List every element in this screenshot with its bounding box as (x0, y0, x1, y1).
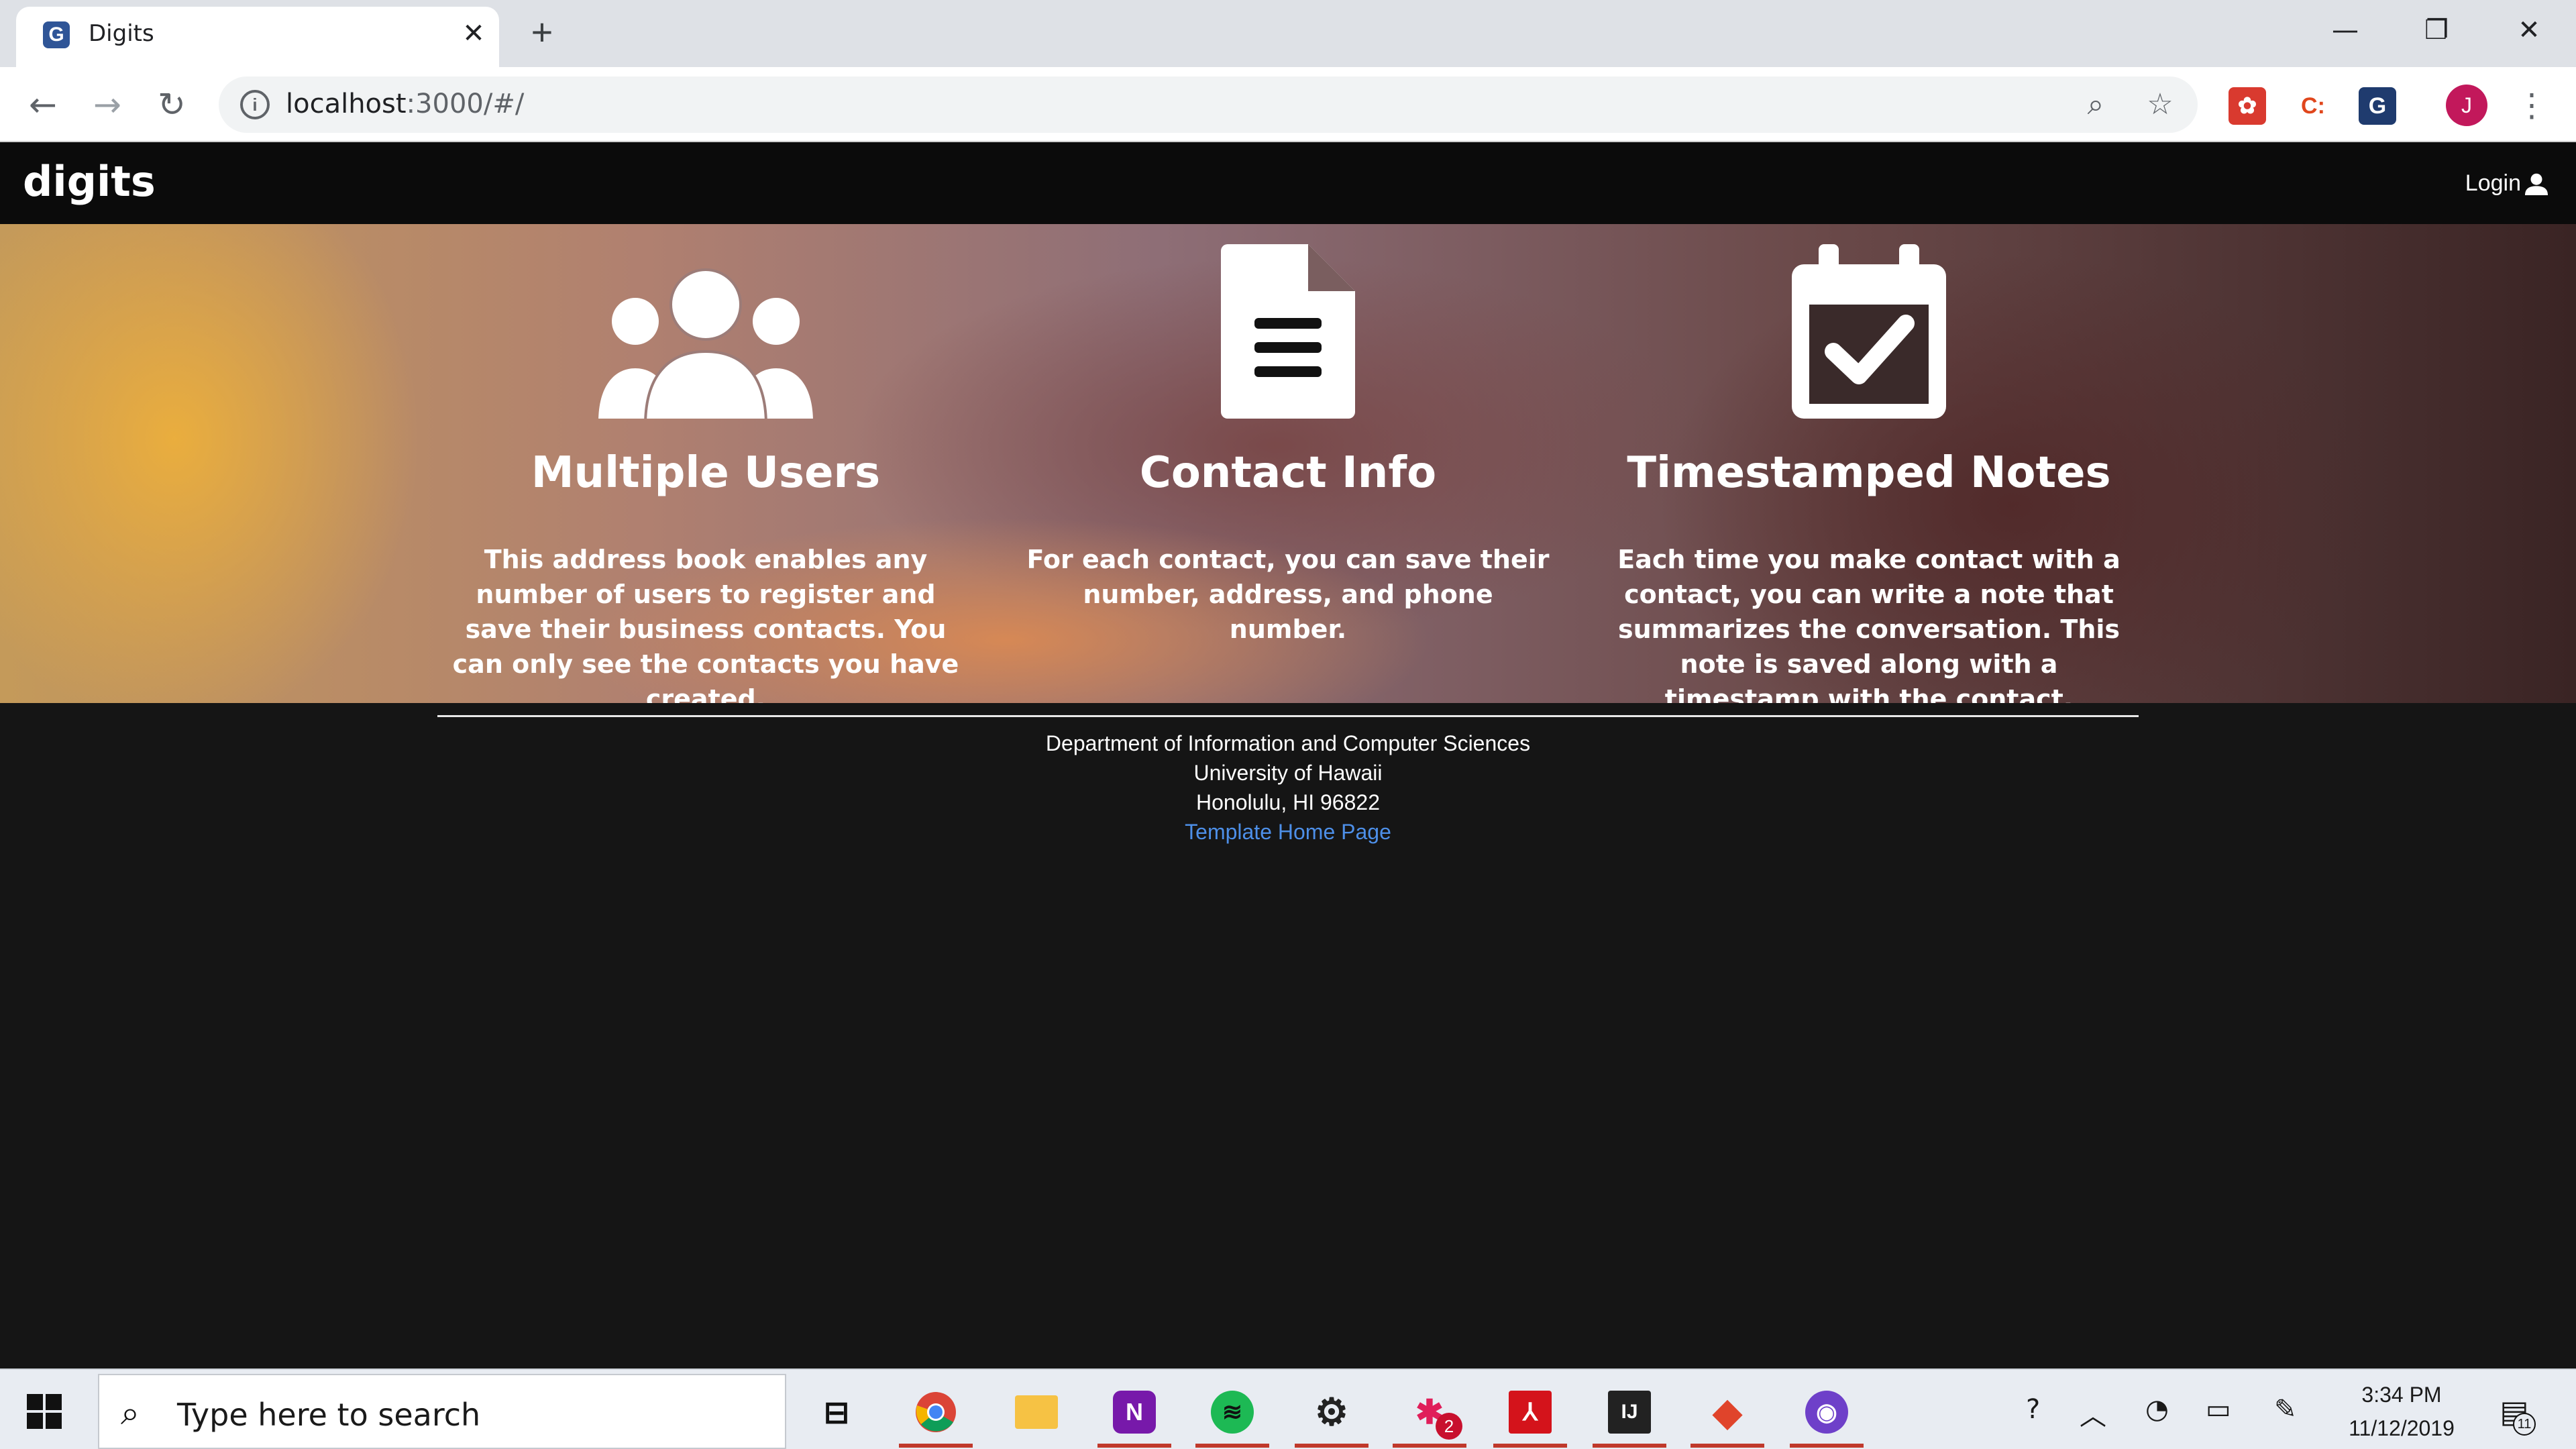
minimize-button[interactable]: — (2305, 7, 2385, 54)
windows-taskbar: ⌕ Type here to search ⊟ N ≋ ⚙ ✱ 2 ⅄ IJ ◆… (0, 1368, 2576, 1449)
slack-icon[interactable]: ✱ 2 (1393, 1382, 1466, 1448)
new-tab-button[interactable]: + (522, 13, 562, 54)
search-icon: ⌕ (121, 1394, 140, 1432)
feature-title: Multiple Users (531, 448, 881, 498)
taskbar-search-box[interactable]: ⌕ Type here to search (98, 1374, 786, 1449)
file-explorer-icon[interactable] (1000, 1382, 1073, 1442)
footer-department: Department of Information and Computer S… (1045, 731, 1531, 755)
wifi-icon[interactable]: ◔ (2145, 1394, 2169, 1425)
search-placeholder: Type here to search (177, 1397, 481, 1433)
feature-text: This address book enables any number of … (452, 545, 959, 703)
extension-g-icon[interactable]: G (2359, 87, 2396, 125)
users-icon (598, 268, 813, 419)
chevron-up-icon[interactable]: ︿ (2080, 1394, 2106, 1433)
extension-icon[interactable]: ✿ (2229, 87, 2266, 125)
profile-avatar[interactable]: J (2446, 85, 2487, 126)
tab-title: Digits (89, 20, 154, 47)
footer-university: University of Hawaii (1193, 761, 1383, 785)
slack-badge: 2 (1436, 1413, 1462, 1440)
browser-tab[interactable]: G Digits ✕ (16, 7, 499, 67)
settings-gear-icon[interactable]: ⚙ (1295, 1382, 1368, 1448)
site-brand[interactable]: digits (23, 157, 156, 206)
notification-count: 11 (2513, 1413, 2536, 1436)
github-icon[interactable]: ◉ (1790, 1382, 1864, 1448)
site-footer: Department of Information and Computer S… (0, 729, 2576, 847)
spotify-icon[interactable]: ≋ (1195, 1382, 1269, 1448)
chrome-icon[interactable] (899, 1382, 973, 1448)
browser-menu-icon[interactable]: ⋮ (2516, 85, 2548, 127)
help-tray-icon[interactable]: ? (2026, 1394, 2040, 1425)
login-label: Login (2465, 170, 2521, 196)
site-info-icon[interactable]: i (240, 90, 270, 119)
forward-arrow-icon[interactable]: → (86, 83, 129, 126)
task-view-icon[interactable]: ⊟ (800, 1382, 873, 1442)
url-text[interactable]: localhost:3000/#/ (286, 89, 524, 119)
user-icon (2525, 173, 2548, 195)
close-tab-icon[interactable]: ✕ (456, 16, 491, 51)
onenote-icon[interactable]: N (1097, 1382, 1171, 1448)
login-dropdown[interactable]: Login (2465, 170, 2548, 197)
calendar-check-icon (1792, 244, 1946, 419)
pen-icon[interactable]: ✎ (2274, 1394, 2297, 1425)
bookmark-star-icon[interactable]: ☆ (2141, 86, 2179, 123)
battery-icon[interactable]: ▭ (2206, 1394, 2231, 1425)
browser-tab-strip: G Digits ✕ + — ❐ ✕ (0, 0, 2576, 67)
gitkraken-icon[interactable]: ◆ (1690, 1382, 1764, 1448)
restore-button[interactable]: ❐ (2396, 7, 2477, 54)
clock-date: 11/12/2019 (2349, 1416, 2455, 1440)
intellij-icon[interactable]: IJ (1593, 1382, 1666, 1448)
site-navbar: digits Login (0, 142, 2576, 224)
close-window-button[interactable]: ✕ (2489, 7, 2569, 54)
footer-address: Honolulu, HI 96822 (1196, 790, 1380, 814)
file-text-icon (1221, 244, 1355, 419)
zoom-icon[interactable]: ⌕ (2077, 86, 2114, 123)
feature-title: Contact Info (1139, 448, 1437, 498)
browser-toolbar: ← → ↻ i localhost:3000/#/ ⌕ ☆ (0, 67, 2576, 142)
action-center-icon[interactable]: ▤ 11 (2493, 1390, 2536, 1436)
acrobat-icon[interactable]: ⅄ (1493, 1382, 1567, 1448)
feature-text: Each time you make contact with a contac… (1617, 545, 2121, 703)
address-bar[interactable]: i localhost:3000/#/ ⌕ ☆ (219, 76, 2198, 133)
feature-title: Timestamped Notes (1627, 448, 2111, 498)
hero-section: Multiple Users This address book enables… (0, 224, 2576, 703)
clock-time: 3:34 PM (2361, 1383, 2442, 1407)
back-arrow-icon[interactable]: ← (21, 83, 64, 126)
footer-divider (437, 715, 2139, 717)
reload-icon[interactable]: ↻ (150, 83, 193, 126)
taskbar-clock[interactable]: 3:34 PM 11/12/2019 (2334, 1378, 2469, 1445)
extension-c-icon[interactable]: C: (2294, 87, 2332, 125)
template-home-link[interactable]: Template Home Page (0, 817, 2576, 847)
feature-text: For each contact, you can save their num… (1026, 545, 1550, 644)
tab-favicon-icon: G (43, 21, 70, 48)
windows-start-icon[interactable] (27, 1394, 62, 1429)
